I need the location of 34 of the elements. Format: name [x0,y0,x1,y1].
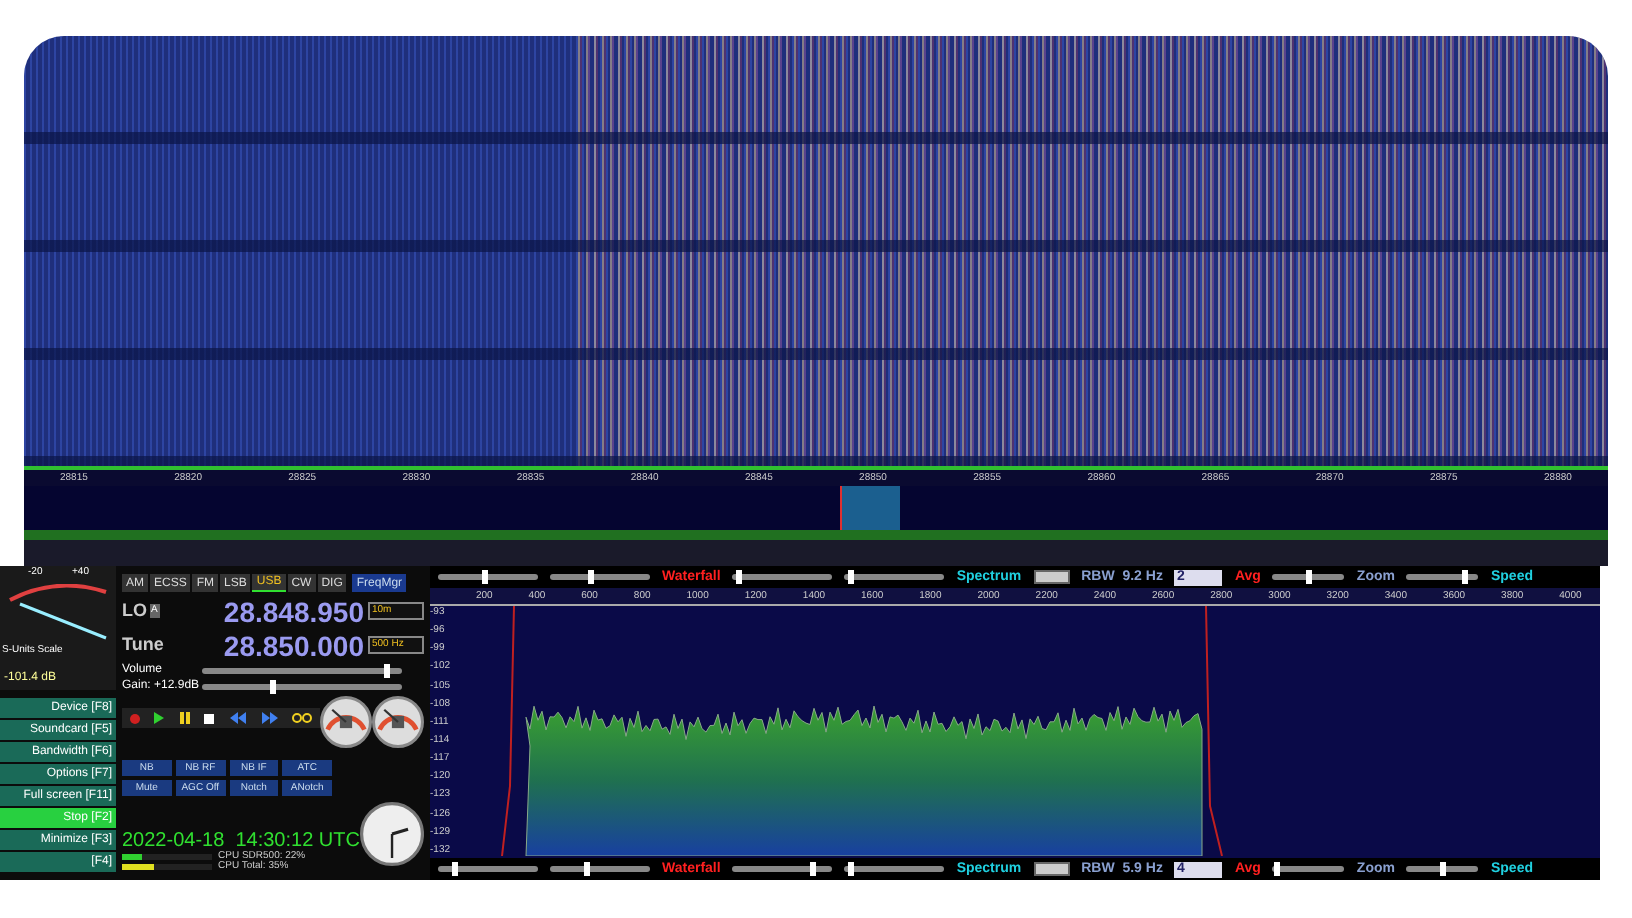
slider-thumb[interactable] [847,570,854,584]
meter-needle-drawing [8,584,108,640]
rewind-icon[interactable] [230,712,247,724]
gauge-drawing [372,696,424,748]
slider-thumb[interactable] [1274,862,1281,876]
frequency-display: 28.850.000 [223,631,364,659]
slider-thumb[interactable] [588,570,594,584]
fast-forward-icon[interactable] [261,712,278,724]
loop-icon[interactable] [292,712,313,724]
passband-marker [840,486,900,530]
slider-thumb[interactable] [1306,570,1313,584]
frequency-caption: Tune [122,631,164,658]
date-time: 2022-04-18 14:30:12 UTC [122,832,360,852]
slider-thumb[interactable] [847,862,854,876]
pause-icon[interactable] [179,712,190,724]
spin-control[interactable] [1033,862,1070,876]
clock-drawing [359,800,424,868]
slider-thumb[interactable] [735,570,742,584]
spin-control[interactable] [1033,570,1070,584]
record-icon[interactable] [129,713,140,723]
slider-thumb[interactable] [451,862,457,876]
slider-thumb[interactable] [384,663,390,677]
slider-thumb[interactable] [481,570,487,584]
slider-thumb[interactable] [810,862,817,876]
tuning-line [840,486,842,530]
play-icon[interactable] [154,712,165,724]
frequency-caption: LO [122,597,147,624]
slider-thumb[interactable] [583,862,589,876]
frequency-display: 28.848.950 [223,597,364,625]
stop-icon[interactable] [204,713,215,723]
gauge-drawing [320,696,372,748]
slider-thumb[interactable] [1440,862,1447,876]
slider-thumb[interactable] [1462,570,1469,584]
slider-thumb[interactable] [270,679,276,693]
